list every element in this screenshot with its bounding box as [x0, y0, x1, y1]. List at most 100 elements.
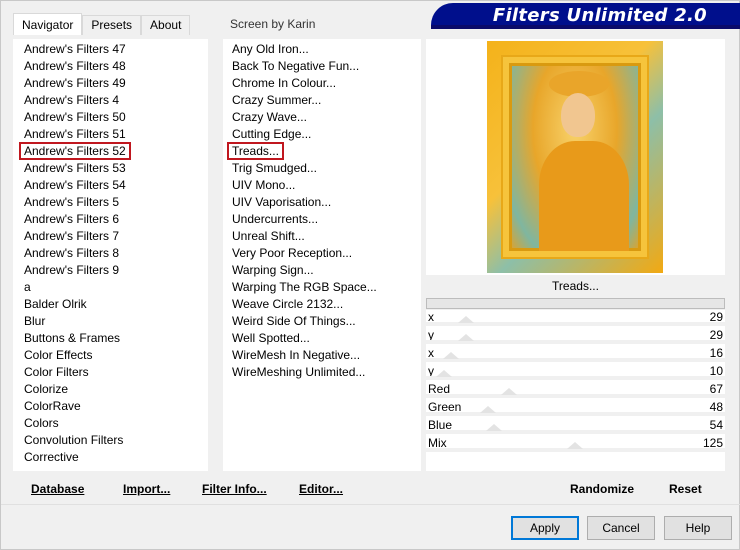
filter-item-label: WireMeshing Unlimited...: [232, 365, 366, 379]
category-item[interactable]: Andrew's Filters 49: [13, 75, 215, 92]
help-button[interactable]: Help: [664, 516, 732, 540]
filter-item-label: Undercurrents...: [232, 212, 319, 226]
category-item[interactable]: Andrew's Filters 54: [13, 177, 215, 194]
filter-item[interactable]: Very Poor Reception...: [223, 245, 421, 262]
category-item-label: Andrew's Filters 9: [24, 263, 119, 277]
slider-track[interactable]: [426, 442, 725, 452]
filter-item[interactable]: WireMesh In Negative...: [223, 347, 421, 364]
filter-item-selected[interactable]: Treads...: [223, 142, 421, 160]
preview-figure-face: [561, 93, 595, 137]
category-scrollbar[interactable]: [208, 39, 215, 471]
banner-title: Filters Unlimited 2.0: [492, 5, 707, 26]
filter-item-label: Well Spotted...: [232, 331, 310, 345]
slider-row[interactable]: Green 48: [426, 380, 725, 416]
filter-item[interactable]: Cutting Edge...: [223, 126, 421, 143]
category-item[interactable]: Andrew's Filters 50: [13, 109, 215, 126]
category-item[interactable]: Corrective: [13, 449, 215, 466]
editor-button[interactable]: Editor...: [299, 482, 343, 496]
footer-separator: [1, 504, 740, 505]
category-item-label: Blur: [24, 314, 46, 328]
category-list[interactable]: Andrew's Filters 47 Andrew's Filters 48 An…: [13, 39, 215, 471]
filter-item-label: Weird Side Of Things...: [232, 314, 356, 328]
filter-item[interactable]: Warping The RGB Space...: [223, 279, 421, 296]
tab-navigator[interactable]: Navigator: [13, 13, 83, 35]
filter-item-label: UIV Mono...: [232, 178, 296, 192]
category-item-label: Andrew's Filters 51: [24, 127, 126, 141]
category-item[interactable]: Andrew's Filters 8: [13, 245, 215, 262]
category-item-selected[interactable]: Andrew's Filters 52: [13, 142, 215, 160]
category-item[interactable]: Andrew's Filters 5: [13, 194, 215, 211]
category-item-label: Andrew's Filters 8: [24, 246, 119, 260]
filter-item[interactable]: Crazy Wave...: [223, 109, 421, 126]
category-item[interactable]: Balder Olrik: [13, 296, 215, 313]
filters-unlimited-dialog: Navigator Presets About Screen by Karin …: [0, 0, 740, 550]
filter-item[interactable]: Weird Side Of Things...: [223, 313, 421, 330]
filter-item-label: Unreal Shift...: [232, 229, 305, 243]
filter-item-label: Chrome In Colour...: [232, 76, 337, 90]
category-item[interactable]: a: [13, 279, 215, 296]
category-item[interactable]: ColorRave: [13, 398, 215, 415]
category-item[interactable]: Color Filters: [13, 364, 215, 381]
preview-area: [426, 39, 725, 275]
filter-item[interactable]: WireMeshing Unlimited...: [223, 364, 421, 381]
randomize-button[interactable]: Randomize: [570, 482, 634, 496]
slider-row[interactable]: y 29: [426, 308, 725, 344]
filter-item[interactable]: Crazy Summer...: [223, 92, 421, 109]
category-item-label: Andrew's Filters 50: [24, 110, 126, 124]
slider-row[interactable]: x 29: [426, 290, 725, 326]
filter-item[interactable]: UIV Mono...: [223, 177, 421, 194]
slider-row[interactable]: Mix 125: [426, 416, 725, 452]
slider-row[interactable]: Red 67: [426, 362, 725, 398]
apply-button[interactable]: Apply: [511, 516, 579, 540]
category-item-label: Buttons & Frames: [24, 331, 121, 345]
filter-info-button[interactable]: Filter Info...: [202, 482, 267, 496]
category-item[interactable]: Andrew's Filters 9: [13, 262, 215, 279]
filter-item-label: Weave Circle 2132...: [232, 297, 344, 311]
reset-button[interactable]: Reset: [669, 482, 702, 496]
filter-item-label: Cutting Edge...: [232, 127, 312, 141]
filter-item[interactable]: Warping Sign...: [223, 262, 421, 279]
filter-list[interactable]: Any Old Iron... Back To Negative Fun... Ch…: [223, 39, 421, 471]
category-item[interactable]: Andrew's Filters 6: [13, 211, 215, 228]
preview-image: [487, 41, 663, 273]
tab-presets[interactable]: Presets: [82, 15, 142, 35]
slider-row[interactable]: y 10: [426, 344, 725, 380]
category-item-label: Andrew's Filters 47: [24, 42, 126, 56]
category-item-label: Balder Olrik: [24, 297, 87, 311]
slider-row[interactable]: x 16: [426, 326, 725, 362]
bottom-toolbar: Database Import... Filter Info... Editor…: [13, 475, 725, 501]
category-item[interactable]: Andrew's Filters 7: [13, 228, 215, 245]
filter-item[interactable]: Back To Negative Fun...: [223, 58, 421, 75]
category-item[interactable]: Colors: [13, 415, 215, 432]
filter-item[interactable]: UIV Vaporisation...: [223, 194, 421, 211]
category-item[interactable]: Blur: [13, 313, 215, 330]
category-item[interactable]: Convolution Filters: [13, 432, 215, 449]
filter-item[interactable]: Well Spotted...: [223, 330, 421, 347]
slider-row[interactable]: Blue 54: [426, 398, 725, 434]
category-item[interactable]: Andrew's Filters 48: [13, 58, 215, 75]
filter-item[interactable]: Trig Smudged...: [223, 160, 421, 177]
import-button[interactable]: Import...: [123, 482, 170, 496]
tab-about[interactable]: About: [141, 15, 191, 35]
category-item[interactable]: Andrew's Filters 53: [13, 160, 215, 177]
slider-thumb[interactable]: [567, 442, 583, 449]
category-item[interactable]: Andrew's Filters 51: [13, 126, 215, 143]
category-item[interactable]: Color Effects: [13, 347, 215, 364]
category-item-label: Andrew's Filters 6: [24, 212, 119, 226]
filter-item-label: Treads...: [227, 142, 284, 160]
filter-item[interactable]: Weave Circle 2132...: [223, 296, 421, 313]
cancel-button[interactable]: Cancel: [587, 516, 655, 540]
filter-item[interactable]: Chrome In Colour...: [223, 75, 421, 92]
category-item[interactable]: Andrew's Filters 47: [13, 41, 215, 58]
filter-item-label: Warping Sign...: [232, 263, 314, 277]
filter-item[interactable]: Unreal Shift...: [223, 228, 421, 245]
filter-item[interactable]: Any Old Iron...: [223, 41, 421, 58]
category-item[interactable]: Andrew's Filters 4: [13, 92, 215, 109]
filter-item[interactable]: Undercurrents...: [223, 211, 421, 228]
tab-bar: Navigator Presets About: [13, 13, 191, 35]
category-item[interactable]: Buttons & Frames: [13, 330, 215, 347]
database-button[interactable]: Database: [31, 482, 84, 496]
category-item-label: Andrew's Filters 49: [24, 76, 126, 90]
category-item[interactable]: Colorize: [13, 381, 215, 398]
category-item-label: Andrew's Filters 52: [19, 142, 131, 160]
